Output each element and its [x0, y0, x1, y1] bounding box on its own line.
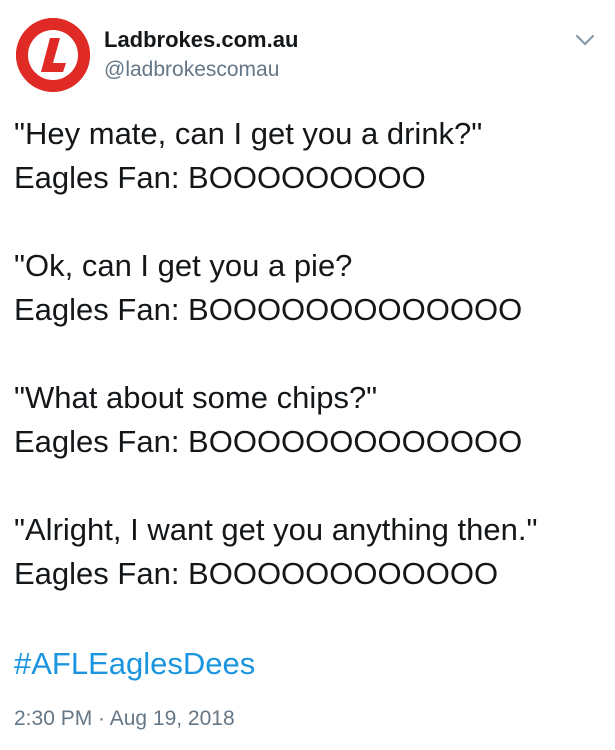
tweet-line: Eagles Fan: BOOOOOOOOOOOOO — [14, 424, 523, 459]
chevron-down-icon[interactable] — [571, 26, 599, 54]
tweet-line: "Hey mate, can I get you a drink?" — [14, 116, 483, 151]
account-names: Ladbrokes.com.au @ladbrokescomau — [104, 26, 298, 84]
hashtag-link[interactable]: #AFLEaglesDees — [14, 642, 255, 686]
tweet-line: Eagles Fan: BOOOOOOOOOOOOO — [14, 292, 523, 327]
tweet-stanza: "Hey mate, can I get you a drink?" Eagle… — [14, 112, 604, 200]
display-name[interactable]: Ladbrokes.com.au — [104, 26, 298, 54]
tweet-header: Ladbrokes.com.au @ladbrokescomau — [16, 16, 599, 92]
avatar[interactable] — [16, 18, 90, 92]
tweet-line: "What about some chips?" — [14, 380, 378, 415]
account-handle[interactable]: @ladbrokescomau — [104, 56, 298, 84]
ladbrokes-logo-icon — [16, 18, 90, 92]
tweet-stanza: "Alright, I want get you anything then."… — [14, 508, 604, 596]
tweet-timestamp[interactable]: 2:30 PM · Aug 19, 2018 — [14, 704, 235, 734]
tweet-line: Eagles Fan: BOOOOOOOOO — [14, 160, 426, 195]
tweet-card: Ladbrokes.com.au @ladbrokescomau "Hey ma… — [0, 0, 615, 750]
tweet-stanza: "What about some chips?" Eagles Fan: BOO… — [14, 376, 604, 464]
tweet-line: "Alright, I want get you anything then." — [14, 512, 538, 547]
tweet-text: "Hey mate, can I get you a drink?" Eagle… — [14, 112, 604, 640]
tweet-line: Eagles Fan: BOOOOOOOOOOOO — [14, 556, 499, 591]
tweet-line: "Ok, can I get you a pie? — [14, 248, 353, 283]
tweet-stanza: "Ok, can I get you a pie? Eagles Fan: BO… — [14, 244, 604, 332]
